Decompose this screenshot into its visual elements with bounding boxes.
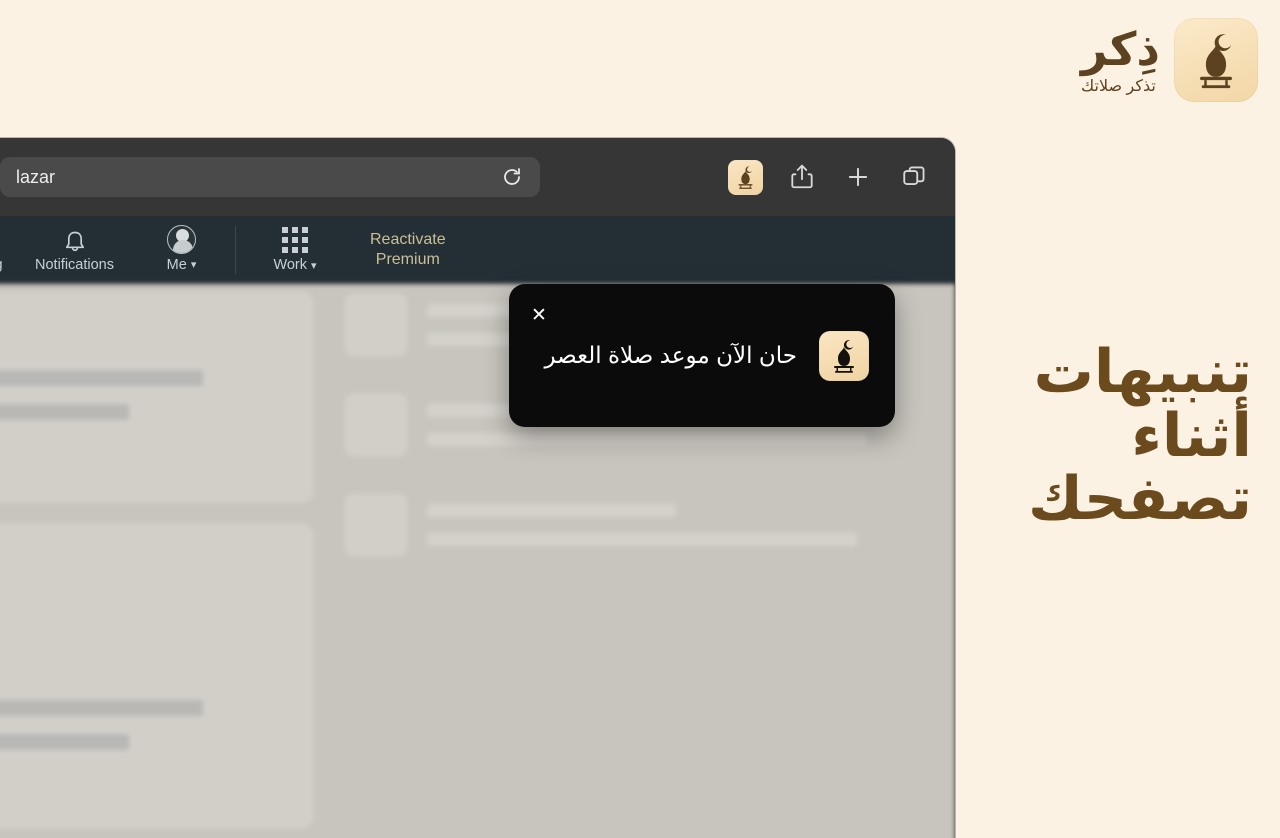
extension-dhikr-icon[interactable] — [728, 159, 763, 195]
nav-label: Notifications — [35, 256, 114, 273]
work-label: Work — [273, 257, 308, 273]
sidebar-item-me[interactable]: Me ▾ — [128, 216, 235, 284]
nav-label-me: Me ▾ — [167, 257, 197, 273]
nav-primary-items: y Network Jobs Messagi — [0, 216, 235, 284]
dhikr-app-icon — [1174, 18, 1258, 102]
premium-line-1: Reactivate — [370, 231, 446, 249]
address-bar[interactable]: lazar — [0, 157, 540, 197]
brand-tagline: تذكر صلاتك — [1081, 78, 1156, 96]
chevron-down-icon: ▾ — [190, 259, 197, 271]
list-item — [345, 494, 905, 562]
list-item — [0, 292, 313, 502]
thumbnail-placeholder — [345, 394, 407, 456]
share-icon[interactable] — [785, 160, 819, 194]
chevron-down-icon: ▾ — [311, 259, 317, 272]
nav-label: Me — [166, 256, 187, 273]
bell-icon — [62, 228, 88, 254]
work-menu-button[interactable]: Work ▾ — [236, 216, 354, 284]
address-bar-url: lazar — [16, 166, 56, 187]
sidebar-item-notifications[interactable]: Notifications — [21, 216, 128, 284]
toolbar-actions — [728, 138, 931, 216]
thumbnail-placeholder — [345, 294, 407, 356]
reload-icon[interactable] — [500, 165, 524, 189]
sidebar-item-messaging[interactable]: Messaging — [0, 216, 21, 284]
grid-apps-icon — [282, 227, 308, 253]
premium-line-2: Premium — [375, 251, 440, 268]
tab-overview-icon[interactable] — [897, 160, 931, 194]
thumbnail-placeholder — [345, 494, 407, 556]
nav-secondary-items: Work ▾ Reactivate Premium — [236, 216, 462, 284]
feed-left-column — [0, 292, 313, 838]
browser-window: lazar Notifications Me ▾ Work ▾ Reactiva… — [0, 138, 955, 838]
prayer-time-toast[interactable]: حان الآن موعد صلاة العصر ✕ — [509, 284, 895, 427]
toast-message: حان الآن موعد صلاة العصر — [544, 341, 797, 368]
avatar — [167, 224, 196, 254]
site-navigation-bar: y Network Jobs Messagi — [0, 216, 955, 284]
close-icon[interactable]: ✕ — [531, 306, 547, 325]
toast-dhikr-icon — [819, 330, 869, 381]
list-item — [0, 524, 313, 828]
page-headline: تنبيهات أثناء تصفحك — [1028, 338, 1252, 533]
browser-toolbar: lazar — [0, 138, 955, 216]
brand-name: ذِكر — [1081, 22, 1160, 75]
brand-header: ذِكر تذكر صلاتك — [1081, 18, 1258, 102]
new-tab-icon[interactable] — [841, 160, 875, 194]
nav-label: Messaging — [0, 257, 3, 273]
reactivate-premium-link[interactable]: Reactivate Premium — [354, 216, 462, 284]
